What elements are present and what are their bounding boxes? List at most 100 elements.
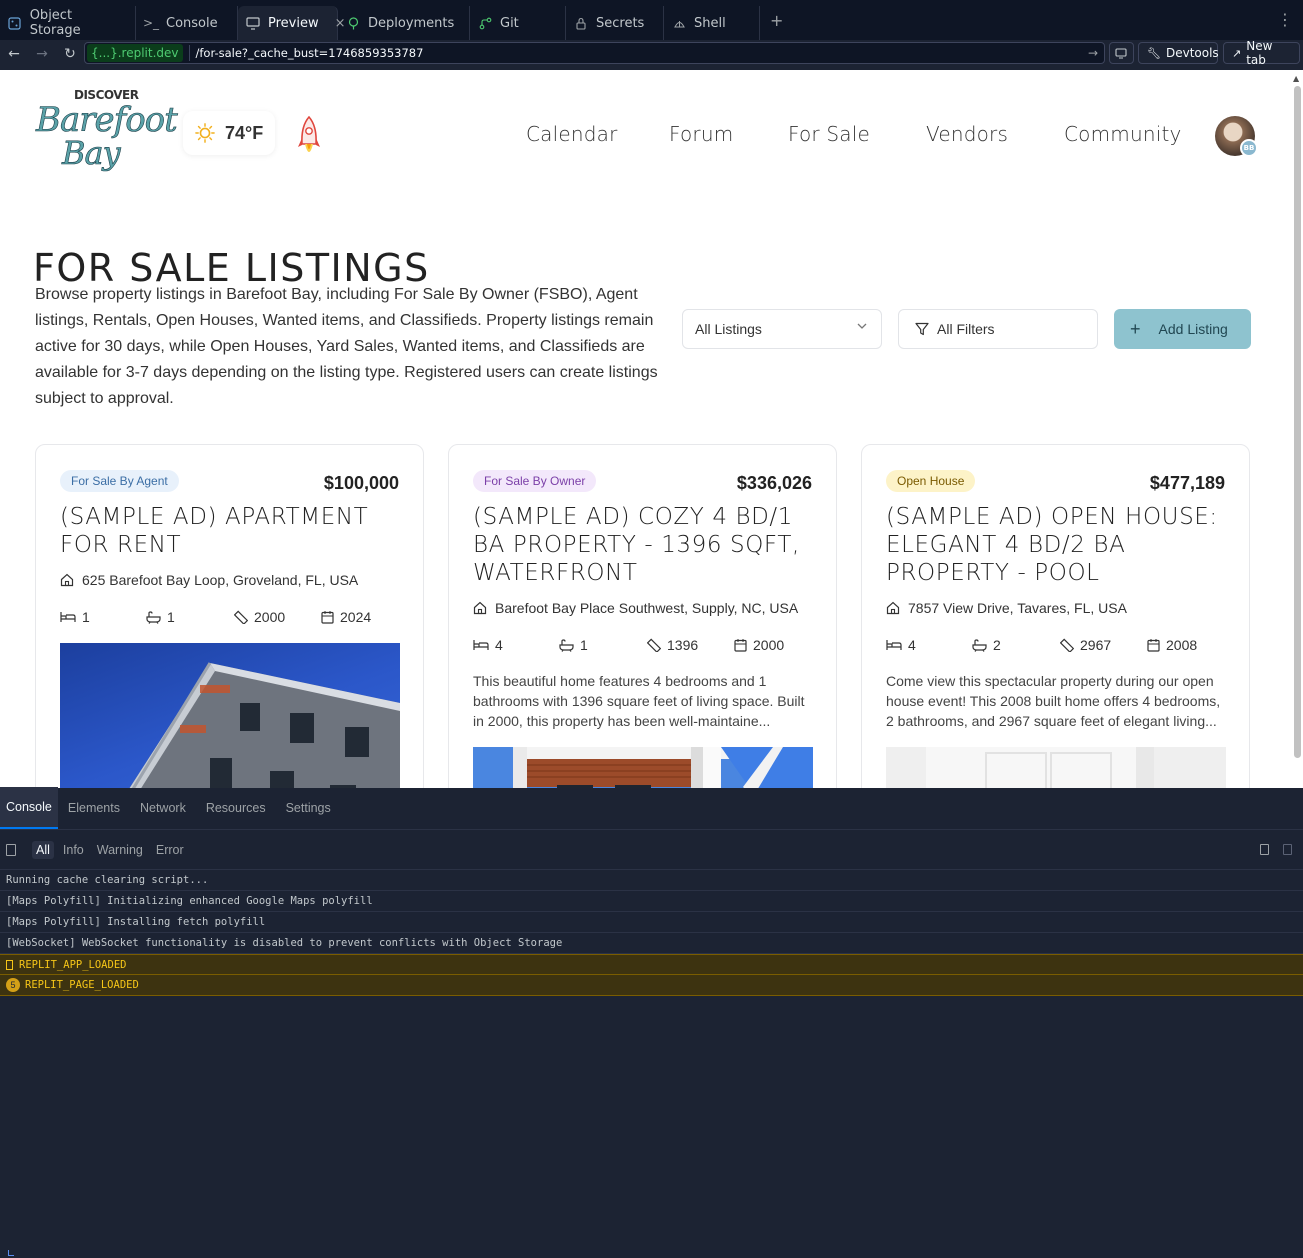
preview-url-bar: ← → ↻ {...}.replit.dev /for-sale?_cache_… — [0, 39, 1303, 68]
year-stat: 2024 — [321, 609, 371, 625]
baths-stat: 2 — [972, 637, 1001, 653]
go-arrow-icon[interactable]: → — [1088, 46, 1098, 60]
bath-icon — [559, 638, 574, 652]
beds-stat: 4 — [473, 637, 503, 653]
console-prompt-icon[interactable] — [8, 1250, 14, 1256]
devtools-tab-elements[interactable]: Elements — [58, 787, 130, 829]
devtools-tabs: Console Elements Network Resources Setti… — [0, 787, 1303, 830]
more-options-icon[interactable]: ⋮ — [1277, 10, 1293, 29]
repeat-count-badge: 5 — [6, 978, 20, 992]
forward-arrow-icon[interactable]: → — [28, 46, 56, 62]
nav-link-forum[interactable]: Forum — [669, 122, 733, 146]
calendar-icon — [321, 610, 334, 624]
listing-photo[interactable] — [473, 747, 813, 788]
nav-link-community[interactable]: Community — [1064, 122, 1182, 146]
sqft-stat: 2967 — [1060, 637, 1111, 653]
listing-description: This beautiful home features 4 bedrooms … — [473, 673, 805, 729]
baths-value: 1 — [167, 609, 175, 625]
log-text: Running cache clearing script... — [6, 874, 209, 886]
bath-icon — [972, 638, 987, 652]
home-icon — [60, 573, 74, 587]
sqft-value: 2000 — [254, 609, 286, 625]
beds-value: 4 — [908, 637, 916, 653]
devtools-button[interactable]: 🔧︎ Devtools — [1138, 42, 1219, 64]
url-divider — [188, 45, 190, 61]
dock-icon[interactable] — [1260, 844, 1269, 855]
console-log-entry: [Maps Polyfill] Initializing enhanced Go… — [0, 891, 1303, 912]
site-logo[interactable]: DISCOVER Barefoot Bay — [34, 84, 178, 174]
scrollbar-thumb[interactable] — [1294, 86, 1301, 758]
listing-title[interactable]: (SAMPLE AD) APARTMENT FOR RENT — [60, 503, 410, 559]
console-warning-entry: REPLIT_APP_LOADED — [0, 954, 1303, 975]
tab-console[interactable]: >_ Console — [136, 6, 238, 40]
listing-address: Barefoot Bay Place Southwest, Supply, NC… — [473, 600, 798, 616]
clear-console-icon[interactable] — [6, 843, 16, 856]
deploy-icon — [346, 16, 360, 30]
listing-type-select[interactable]: All Listings — [682, 309, 882, 349]
tab-git[interactable]: Git — [470, 6, 566, 40]
screen-icon — [1115, 47, 1127, 58]
listing-photo[interactable] — [886, 747, 1226, 788]
devtools-label: Devtools — [1165, 46, 1219, 60]
tab-deployments[interactable]: Deployments — [338, 6, 470, 40]
weather-temperature: 74°F — [225, 122, 264, 143]
devtools-tab-console[interactable]: Console — [0, 787, 58, 829]
interior-room-image — [886, 747, 1226, 788]
rocket-icon[interactable] — [297, 116, 321, 160]
url-input[interactable]: {...}.replit.dev /for-sale?_cache_bust=1… — [84, 42, 1105, 64]
filter-info[interactable]: Info — [59, 841, 88, 859]
user-avatar[interactable]: BB — [1215, 116, 1258, 157]
nav-link-vendors[interactable]: Vendors — [926, 122, 1008, 146]
year-value: 2000 — [753, 637, 785, 653]
add-listing-button[interactable]: + Add Listing — [1114, 309, 1251, 349]
devtools-tab-resources[interactable]: Resources — [196, 787, 276, 829]
add-tab-icon[interactable]: + — [770, 11, 783, 30]
add-listing-label: Add Listing — [1158, 321, 1228, 337]
listing-title[interactable]: (SAMPLE AD) COZY 4 BD/1 BA PROPERTY - 13… — [473, 503, 823, 587]
tab-object-storage[interactable]: Object Storage — [0, 6, 136, 40]
filter-error[interactable]: Error — [152, 841, 188, 859]
sqft-stat: 1396 — [647, 637, 698, 653]
scroll-up-arrow-icon[interactable]: ▲ — [1293, 74, 1299, 83]
preview-viewport: DISCOVER Barefoot Bay 74°F Calendar Foru… — [0, 70, 1303, 788]
chevron-down-icon — [857, 320, 867, 334]
tab-shell[interactable]: Shell — [664, 6, 760, 40]
listing-card[interactable]: For Sale By Agent $100,000 (SAMPLE AD) A… — [35, 444, 424, 788]
filter-all[interactable]: All — [32, 840, 54, 859]
listing-price: $100,000 — [323, 473, 399, 493]
listing-card[interactable]: For Sale By Owner $336,026 (SAMPLE AD) C… — [448, 444, 837, 788]
storage-icon — [8, 16, 22, 30]
bath-icon — [146, 610, 161, 624]
listing-title[interactable]: (SAMPLE AD) OPEN HOUSE: ELEGANT 4 BD/2 B… — [886, 503, 1236, 587]
filter-warning[interactable]: Warning — [93, 841, 147, 859]
devtools-tab-settings[interactable]: Settings — [276, 787, 341, 829]
plus-icon: + — [1130, 318, 1141, 339]
sqft-value: 1396 — [667, 637, 699, 653]
nav-link-calendar[interactable]: Calendar — [526, 122, 618, 146]
listing-card[interactable]: Open House $477,189 (SAMPLE AD) OPEN HOU… — [861, 444, 1250, 788]
log-text: REPLIT_APP_LOADED — [19, 958, 127, 971]
bed-icon — [473, 639, 489, 651]
logo-text-bay: Bay — [62, 134, 121, 173]
warning-icon — [6, 959, 13, 970]
close-devtools-icon[interactable] — [1283, 844, 1292, 855]
beds-value: 4 — [495, 637, 503, 653]
reload-icon[interactable]: ↻ — [56, 46, 84, 62]
listing-photo[interactable] — [60, 643, 400, 788]
tab-preview[interactable]: Preview × — [238, 6, 346, 40]
new-tab-button[interactable]: ↗ New tab — [1223, 39, 1300, 67]
shell-icon — [672, 16, 686, 30]
nav-link-for-sale[interactable]: For Sale — [788, 122, 870, 146]
filter-icon — [915, 322, 929, 336]
avatar-initials: BB — [1240, 139, 1258, 157]
weather-widget: 74°F — [183, 111, 275, 155]
all-filters-button[interactable]: All Filters — [898, 309, 1098, 349]
devtools-tab-network[interactable]: Network — [130, 787, 196, 829]
apartment-building-image — [129, 662, 400, 788]
console-warning-entry: 5 REPLIT_PAGE_LOADED — [0, 975, 1303, 996]
page-scrollbar[interactable]: ▲ — [1293, 74, 1301, 786]
ide-tab-bar: Object Storage >_ Console Preview × Depl… — [0, 0, 1303, 40]
tab-secrets[interactable]: Secrets — [566, 6, 664, 40]
device-toggle-button[interactable] — [1109, 42, 1134, 64]
back-arrow-icon[interactable]: ← — [0, 46, 28, 62]
